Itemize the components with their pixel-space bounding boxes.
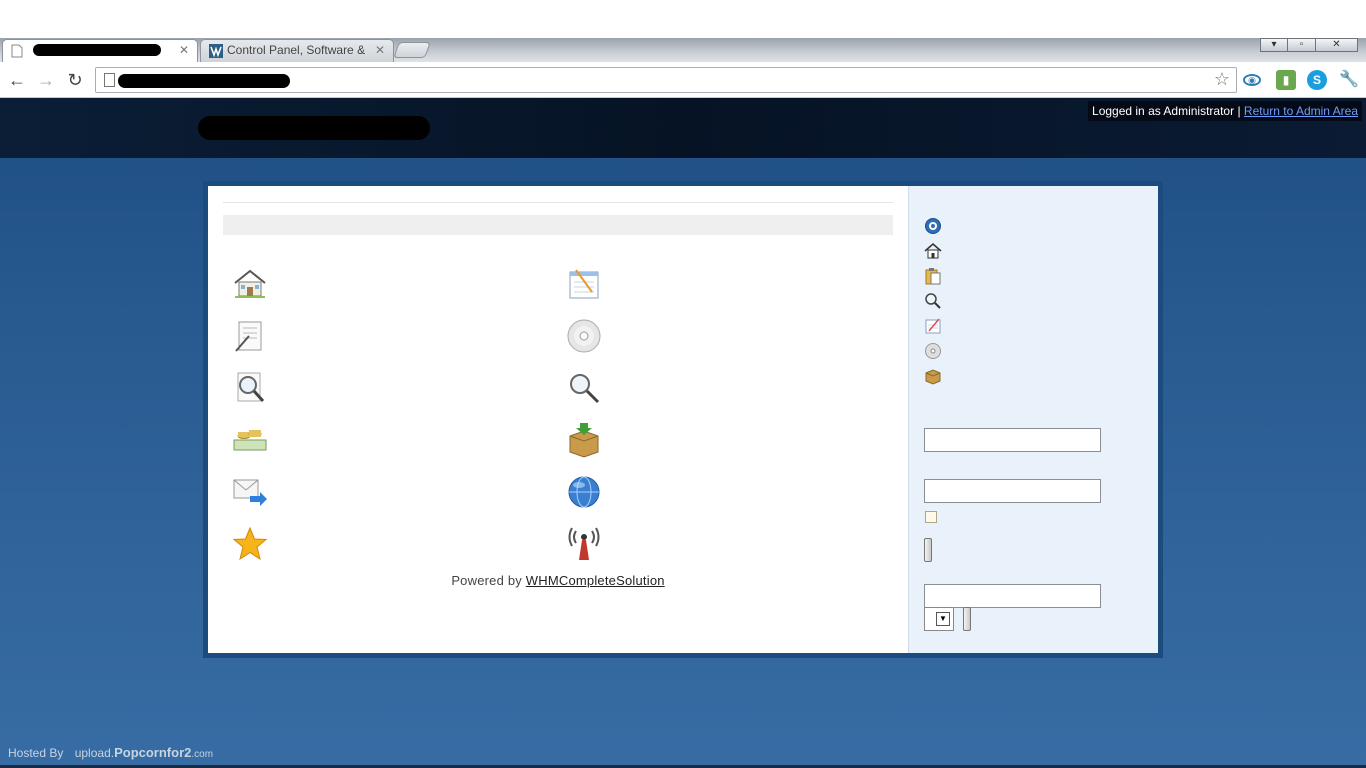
host-brand-name: Popcornfor2 <box>114 745 192 760</box>
feedly-icon[interactable]: ◉ <box>1243 74 1261 86</box>
admin-separator: | <box>1237 104 1241 118</box>
minimize-icon[interactable]: ▾ <box>1260 38 1288 52</box>
sidebar-input-3[interactable] <box>924 584 1101 608</box>
help-icon[interactable] <box>924 217 942 235</box>
hosted-by-label: Hosted By <box>8 746 64 760</box>
host-prefix: upload. <box>74 746 115 760</box>
login-button[interactable] <box>924 538 932 562</box>
search-document-icon[interactable] <box>232 370 268 406</box>
tab-strip: ✕ Control Panel, Software & ✕ <box>0 38 1366 62</box>
document-edit-icon[interactable] <box>232 318 268 354</box>
site-header: Logged in as Administrator | Return to A… <box>0 98 1366 158</box>
clipboard-icon[interactable] <box>924 267 942 285</box>
restore-icon[interactable]: ▫ <box>1288 38 1316 52</box>
new-tab-button[interactable] <box>393 42 431 58</box>
whmcs-favicon-icon <box>209 44 223 58</box>
return-to-admin-link[interactable]: Return to Admin Area <box>1244 104 1358 118</box>
sidebar: ▼ <box>908 186 1158 653</box>
notepad-icon[interactable] <box>924 317 942 335</box>
page-body: Logged in as Administrator | Return to A… <box>0 98 1366 768</box>
bookmark-star-icon[interactable]: ☆ <box>1214 69 1230 90</box>
money-icon[interactable] <box>232 422 268 458</box>
content-container: Powered by WHMCompleteSolution ▼ <box>203 181 1163 658</box>
package-download-icon[interactable] <box>566 422 602 458</box>
antenna-icon[interactable] <box>566 526 602 562</box>
tab-redacted[interactable]: ✕ <box>2 39 198 62</box>
whmcs-link[interactable]: WHMCompleteSolution <box>526 573 665 588</box>
globe-icon[interactable] <box>566 474 602 510</box>
page-icon <box>104 73 115 87</box>
hosted-by-footer: Hosted By upload.Popcornfor2.com <box>8 745 213 760</box>
notepad-icon[interactable] <box>566 266 602 302</box>
host-brand: upload.Popcornfor2.com <box>74 745 214 760</box>
section-header-bar <box>223 215 893 235</box>
address-bar[interactable]: ☆ <box>95 67 1237 93</box>
package-icon[interactable] <box>924 367 942 385</box>
go-button[interactable] <box>963 607 971 631</box>
chevron-down-icon: ▼ <box>936 612 950 626</box>
cd-icon[interactable] <box>924 342 942 360</box>
sidebar-input-1[interactable] <box>924 428 1101 452</box>
cd-icon[interactable] <box>566 318 602 354</box>
tab-close-icon[interactable]: ✕ <box>179 40 189 61</box>
sidebar-input-2[interactable] <box>924 479 1101 503</box>
star-icon[interactable] <box>232 526 268 562</box>
remember-checkbox[interactable] <box>925 511 937 523</box>
home-icon[interactable] <box>232 266 268 302</box>
forward-icon[interactable]: → <box>35 69 57 91</box>
magnifier-icon[interactable] <box>924 292 942 310</box>
wrench-icon[interactable]: 🔧 <box>1339 70 1359 90</box>
back-icon[interactable]: ← <box>6 69 28 91</box>
skype-icon[interactable]: S <box>1307 70 1327 90</box>
email-forward-icon[interactable] <box>232 474 268 510</box>
sidebar-select[interactable]: ▼ <box>924 607 954 631</box>
redacted-logo <box>198 116 430 140</box>
divider <box>223 202 893 203</box>
close-icon[interactable]: ✕ <box>1316 38 1358 52</box>
main-panel: Powered by WHMCompleteSolution <box>208 186 908 653</box>
magnifier-icon[interactable] <box>566 370 602 406</box>
window-controls: ▾ ▫ ✕ <box>1260 38 1358 52</box>
powered-by-prefix: Powered by <box>451 573 526 588</box>
admin-bar: Logged in as Administrator | Return to A… <box>1088 101 1362 121</box>
admin-status: Logged in as Administrator <box>1092 104 1235 118</box>
tab-title: Control Panel, Software & <box>227 43 366 57</box>
evernote-icon[interactable]: ▮ <box>1276 70 1296 90</box>
tab-close-icon[interactable]: ✕ <box>375 40 385 61</box>
page-icon <box>11 44 23 58</box>
redacted-tab-title <box>33 44 161 56</box>
browser-toolbar: ← → ↻ ☆ ◉ ▮ S 🔧 <box>0 62 1366 98</box>
host-suffix: .com <box>191 749 214 760</box>
tab-control-panel[interactable]: Control Panel, Software & ✕ <box>200 39 394 62</box>
redacted-url <box>118 74 290 88</box>
screen-top-blank <box>0 0 1366 38</box>
powered-by: Powered by WHMCompleteSolution <box>208 573 908 588</box>
reload-icon[interactable]: ↻ <box>64 69 86 91</box>
home-icon[interactable] <box>924 242 942 260</box>
